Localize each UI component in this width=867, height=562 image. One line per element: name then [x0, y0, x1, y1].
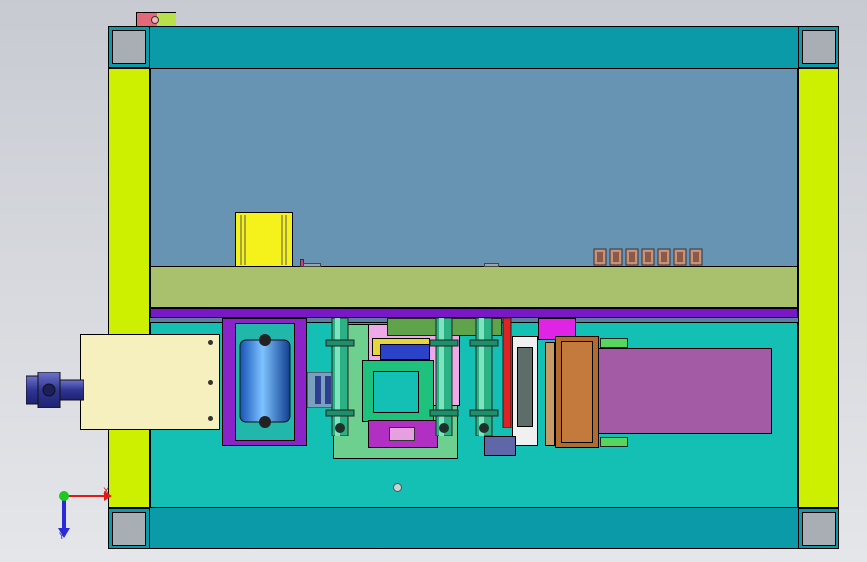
core-magenta-notch	[389, 427, 415, 441]
lock-block-base[interactable]	[484, 436, 516, 456]
guide-pillar-icon	[429, 318, 459, 436]
nozzle-block-bolt-icon	[208, 340, 213, 345]
nozzle-block-bolt-icon	[208, 380, 213, 385]
corner-block-face	[802, 512, 836, 546]
core-insert-blue[interactable]	[380, 344, 430, 360]
corner-block-face	[112, 30, 146, 64]
left-clamp-plate[interactable]	[108, 68, 150, 508]
guide-pillar-left[interactable]	[322, 318, 358, 436]
core-frame-window	[373, 371, 419, 413]
screw-icon	[625, 248, 639, 266]
nozzle-block[interactable]	[80, 334, 220, 430]
corner-block-top-right[interactable]	[798, 26, 839, 68]
screw-icon	[641, 248, 655, 266]
injection-nozzle[interactable]	[26, 372, 84, 408]
corner-block-face	[802, 30, 836, 64]
screw-icon	[593, 248, 703, 266]
injection-nozzle-icon	[26, 372, 84, 408]
hot-runner-block-icon	[240, 215, 287, 265]
hydraulic-cylinder[interactable]	[236, 334, 294, 428]
lock-block-core	[517, 347, 533, 427]
locating-hole-icon	[393, 483, 402, 492]
sprue-tag[interactable]	[136, 12, 176, 27]
guide-pillar-center[interactable]	[426, 318, 462, 436]
screw-icon	[593, 248, 607, 266]
screw-icon	[600, 338, 628, 348]
insert-notch	[484, 263, 499, 267]
screw-icon	[609, 248, 623, 266]
screw-row	[592, 247, 707, 267]
small-pin-base	[303, 263, 321, 267]
coordinate-triad: X Y	[46, 484, 118, 546]
sprue-tag-right	[157, 13, 176, 26]
corner-block-bottom-right[interactable]	[798, 508, 839, 549]
hydraulic-cylinder-icon	[239, 334, 291, 428]
right-clamp-plate[interactable]	[798, 68, 839, 508]
corner-block-top-left[interactable]	[108, 26, 150, 68]
guide-pillar-icon	[469, 318, 499, 436]
screw-icon	[689, 248, 703, 266]
lock-block[interactable]	[512, 336, 538, 446]
insert-plate[interactable]	[150, 266, 798, 308]
y-axis-label: Y	[59, 532, 65, 542]
guide-pillar-right[interactable]	[466, 318, 502, 436]
heating-block-face	[561, 341, 593, 443]
runner-strip[interactable]	[150, 308, 798, 318]
screw-icon	[600, 437, 628, 447]
screw-icon	[673, 248, 687, 266]
guide-pillar-icon	[325, 318, 355, 436]
sprue-hole-icon	[151, 16, 159, 24]
heating-block-side	[545, 342, 555, 446]
hot-runner-block[interactable]	[235, 212, 293, 267]
x-axis-label: X	[103, 487, 110, 497]
screw-icon	[657, 248, 671, 266]
core-frame-green[interactable]	[362, 360, 434, 422]
nozzle-block-bolt-icon	[208, 416, 213, 421]
heating-block[interactable]	[555, 336, 599, 448]
slider-body[interactable]	[598, 348, 772, 434]
